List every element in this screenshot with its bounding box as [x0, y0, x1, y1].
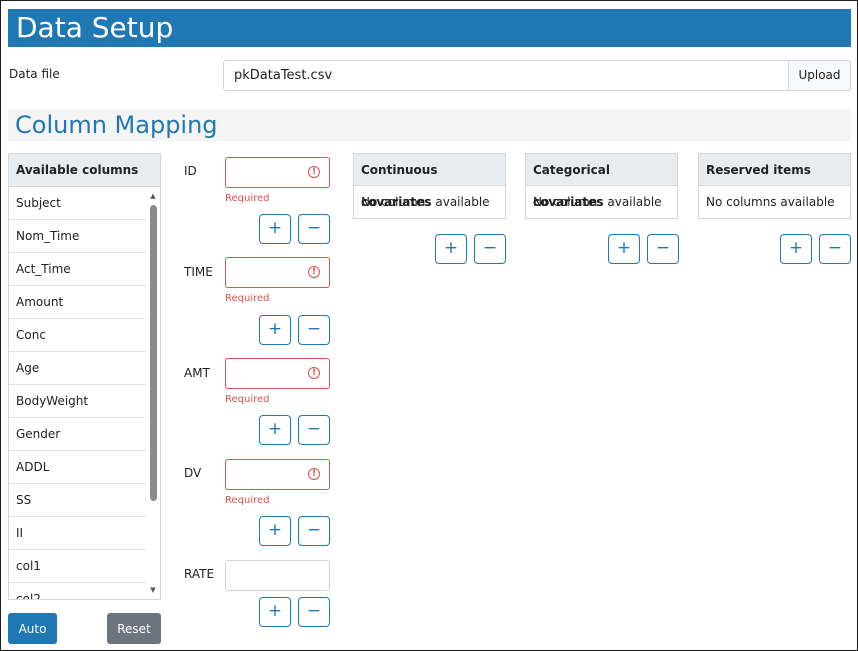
list-item[interactable]: BodyWeight	[9, 385, 146, 418]
continuous-covariates-panel[interactable]: Continuous covariates No columns availab…	[353, 153, 506, 219]
list-item[interactable]: II	[9, 517, 146, 550]
available-columns-list[interactable]: Subject Nom_Time Act_Time Amount Conc Ag…	[9, 187, 146, 599]
exclamation-circle-icon: !	[308, 266, 320, 278]
list-item[interactable]: SS	[9, 484, 146, 517]
column-mapping-section: Column Mapping	[8, 109, 851, 141]
categorical-covariates-header: Categorical covariates	[526, 154, 677, 209]
time-remove-button[interactable]: −	[298, 315, 330, 345]
plus-icon: +	[267, 319, 283, 339]
plus-icon: +	[267, 520, 283, 540]
time-required-message: Required	[225, 293, 270, 304]
rate-label: RATE	[184, 567, 215, 581]
minus-icon: −	[306, 601, 322, 621]
app-frame: Data Setup Data file pkDataTest.csv Uplo…	[0, 0, 858, 651]
id-field[interactable]: !	[225, 157, 330, 188]
available-columns-header: Available columns	[9, 154, 160, 187]
time-field[interactable]: !	[225, 257, 330, 288]
continuous-covariates-header: Continuous covariates	[354, 154, 505, 209]
scrollbar-thumb[interactable]	[150, 205, 157, 501]
reserved-remove-button[interactable]: −	[819, 234, 851, 264]
continuous-remove-button[interactable]: −	[474, 234, 506, 264]
reserved-items-panel[interactable]: Reserved items No columns available	[698, 153, 851, 219]
app-header: Data Setup	[8, 9, 851, 47]
exclamation-circle-icon: !	[308, 367, 320, 379]
reset-button[interactable]: Reset	[107, 613, 161, 644]
amt-label: AMT	[184, 366, 210, 380]
amt-field[interactable]: !	[225, 358, 330, 389]
available-columns-panel: Available columns Subject Nom_Time Act_T…	[8, 153, 161, 600]
continuous-add-button[interactable]: +	[435, 234, 467, 264]
list-item[interactable]: Act_Time	[9, 253, 146, 286]
page-title: Data Setup	[16, 11, 174, 44]
categorical-covariates-empty: No columns available	[533, 195, 662, 209]
continuous-covariates-empty: No columns available	[361, 195, 490, 209]
plus-icon: +	[267, 419, 283, 439]
time-label: TIME	[184, 265, 213, 279]
amt-add-button[interactable]: +	[259, 415, 291, 445]
exclamation-circle-icon: !	[308, 166, 320, 178]
dv-remove-button[interactable]: −	[298, 516, 330, 546]
plus-icon: +	[616, 238, 632, 258]
dv-required-message: Required	[225, 495, 270, 506]
list-item[interactable]: Nom_Time	[9, 220, 146, 253]
upload-button[interactable]: Upload	[788, 60, 851, 91]
minus-icon: −	[827, 238, 843, 258]
rate-add-button[interactable]: +	[259, 597, 291, 627]
reserved-items-empty: No columns available	[706, 195, 835, 209]
plus-icon: +	[267, 218, 283, 238]
plus-icon: +	[788, 238, 804, 258]
minus-icon: −	[482, 238, 498, 258]
reserved-add-button[interactable]: +	[780, 234, 812, 264]
reserved-items-header: Reserved items	[699, 154, 850, 186]
minus-icon: −	[306, 218, 322, 238]
minus-icon: −	[306, 319, 322, 339]
rate-field[interactable]	[225, 560, 330, 591]
minus-icon: −	[306, 520, 322, 540]
amt-remove-button[interactable]: −	[298, 415, 330, 445]
list-item[interactable]: Subject	[9, 187, 146, 220]
plus-icon: +	[443, 238, 459, 258]
list-item[interactable]: Gender	[9, 418, 146, 451]
amt-required-message: Required	[225, 394, 270, 405]
exclamation-circle-icon: !	[308, 468, 320, 480]
data-file-label: Data file	[9, 67, 60, 81]
dv-field[interactable]: !	[225, 459, 330, 490]
list-item[interactable]: ADDL	[9, 451, 146, 484]
categorical-remove-button[interactable]: −	[647, 234, 679, 264]
list-item[interactable]: col2	[9, 583, 146, 599]
scroll-up-arrow-icon[interactable]: ▲	[148, 191, 158, 201]
scrollbar[interactable]: ▲ ▼	[146, 187, 160, 599]
list-item[interactable]: Amount	[9, 286, 146, 319]
rate-remove-button[interactable]: −	[298, 597, 330, 627]
minus-icon: −	[306, 419, 322, 439]
section-title: Column Mapping	[15, 111, 218, 139]
categorical-add-button[interactable]: +	[608, 234, 640, 264]
id-remove-button[interactable]: −	[298, 214, 330, 244]
minus-icon: −	[655, 238, 671, 258]
data-file-input[interactable]: pkDataTest.csv	[223, 60, 789, 91]
dv-add-button[interactable]: +	[259, 516, 291, 546]
auto-button[interactable]: Auto	[8, 613, 57, 644]
id-label: ID	[184, 164, 197, 178]
dv-label: DV	[184, 466, 202, 480]
time-add-button[interactable]: +	[259, 315, 291, 345]
list-item[interactable]: Age	[9, 352, 146, 385]
id-add-button[interactable]: +	[259, 214, 291, 244]
plus-icon: +	[267, 601, 283, 621]
id-required-message: Required	[225, 193, 270, 204]
list-item[interactable]: col1	[9, 550, 146, 583]
list-item[interactable]: Conc	[9, 319, 146, 352]
scroll-down-arrow-icon[interactable]: ▼	[148, 585, 158, 595]
categorical-covariates-panel[interactable]: Categorical covariates No columns availa…	[525, 153, 678, 219]
